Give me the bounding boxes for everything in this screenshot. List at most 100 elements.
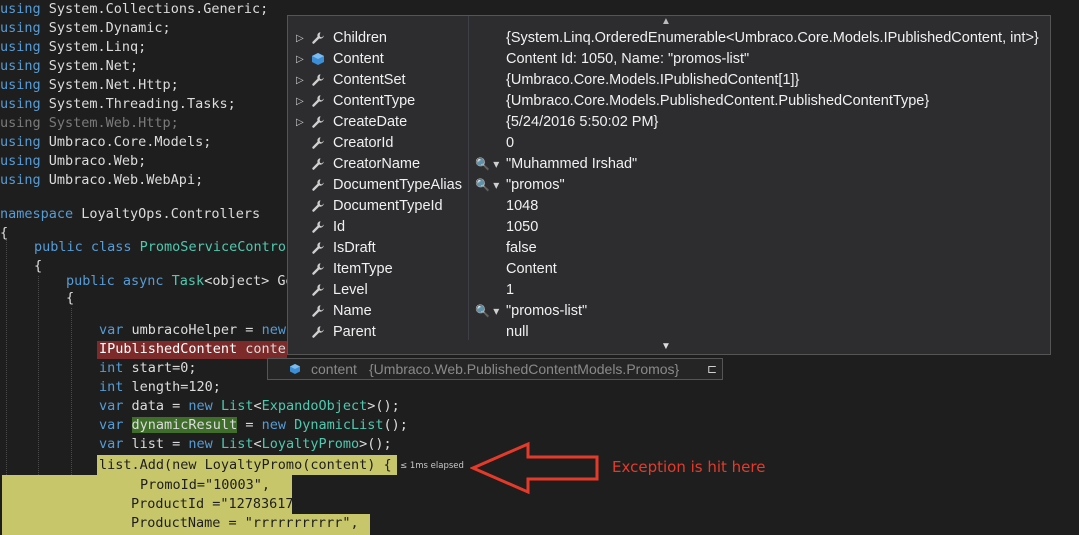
perf-tip-elapsed[interactable]: ≤ 1ms elapsed: [400, 461, 464, 471]
datatip-row[interactable]: ▷ Content Content Id: 1050, Name: "promos-…: [288, 49, 1048, 70]
datatip-row[interactable]: CreatorName 🔍 ▾ "Muhammed Irshad": [288, 154, 1048, 175]
code-line: using System.Dynamic;: [0, 19, 171, 38]
datatip-member-name: Name: [333, 303, 372, 319]
code-text: using Umbraco.Core.Models;: [0, 134, 212, 150]
datatip-member-value[interactable]: "promos-list": [506, 301, 587, 322]
datatip-member-value[interactable]: 0: [506, 133, 514, 154]
datatip-member-name: Level: [333, 282, 368, 298]
code-keyword: var: [99, 322, 124, 338]
datatip-member-value[interactable]: {System.Linq.OrderedEnumerable<Umbraco.C…: [506, 28, 1039, 49]
annotation-text: Exception is hit here: [612, 458, 766, 476]
code-keyword: new: [261, 417, 286, 433]
wrench-icon: [311, 115, 325, 129]
wrench-icon: [311, 262, 325, 276]
datatip-member-name: ContentType: [333, 93, 416, 109]
wrench-icon: [311, 94, 325, 108]
expand-arrow-icon[interactable]: ▷: [296, 91, 306, 112]
code-line: {: [34, 257, 42, 276]
datatip-member-value[interactable]: 1050: [506, 217, 538, 238]
datatip-row[interactable]: ItemType Content: [288, 259, 1048, 280]
code-text: using System.Net.Http;: [0, 77, 179, 93]
datatip-row[interactable]: DocumentTypeAlias 🔍 ▾ "promos": [288, 175, 1048, 196]
datatip-row[interactable]: Level 1: [288, 280, 1048, 301]
code-line-current: ProductId ="127836172",: [131, 495, 318, 514]
code-line: public async Task<object> Ge: [66, 272, 294, 291]
code-line-current: PromoId="10003",: [140, 476, 270, 495]
code-line: namespace LoyaltyOps.Controllers: [0, 205, 260, 224]
datatip-row[interactable]: DocumentTypeId 1048: [288, 196, 1048, 217]
datatip-member-name: CreatorName: [333, 156, 421, 172]
code-text: list.Add(new LoyaltyPromo(content) {: [99, 457, 392, 473]
datatip-row[interactable]: ▷ ContentType {Umbraco.Core.Models.Publish…: [288, 91, 1048, 112]
datatip-row[interactable]: ▷ Children {System.Linq.OrderedEnumerable<…: [288, 28, 1048, 49]
expand-arrow-icon[interactable]: ▷: [296, 112, 306, 133]
code-line-current: list.Add(new LoyaltyPromo(content) {: [99, 456, 392, 475]
datatip-member-value[interactable]: {Umbraco.Core.Models.PublishedContent.Pu…: [506, 91, 929, 112]
text-visualizer-icon[interactable]: 🔍 ▾: [475, 154, 499, 175]
code-line-exception: IPublishedContent conten: [99, 340, 294, 359]
code-line: using System.Net;: [0, 57, 138, 76]
datatip-member-name: Content: [333, 51, 384, 67]
text-visualizer-icon[interactable]: 🔍 ▾: [475, 175, 499, 196]
datatip-member-value[interactable]: Content Id: 1050, Name: "promos-list": [506, 49, 749, 70]
datatip-member-value[interactable]: {Umbraco.Core.Models.IPublishedContent[1…: [506, 70, 799, 91]
datatip-root-type: {Umbraco.Web.PublishedContentModels.Prom…: [369, 361, 680, 377]
code-type: ExpandoObject: [261, 398, 368, 414]
wrench-icon: [311, 283, 325, 297]
code-type: Task: [171, 273, 205, 289]
code-keyword: var: [99, 398, 124, 414]
datatip-root-row[interactable]: content {Umbraco.Web.PublishedContentMod…: [267, 358, 723, 380]
datatip-member-name: Id: [333, 219, 346, 235]
code-text: System.Collections.Generic;: [48, 1, 269, 17]
wrench-icon: [311, 31, 325, 45]
wrench-icon: [311, 325, 325, 339]
wrench-icon: [311, 304, 325, 318]
code-line: {: [0, 224, 8, 243]
wrench-icon: [311, 241, 325, 255]
datatip-row[interactable]: Parent null: [288, 322, 1048, 343]
datatip-member-value[interactable]: {5/24/2016 5:50:02 PM}: [506, 112, 658, 133]
code-text: {: [34, 258, 43, 274]
datatip-row[interactable]: ▷ CreateDate {5/24/2016 5:50:02 PM}: [288, 112, 1048, 133]
code-type: List: [212, 398, 254, 414]
datatip-row[interactable]: ▷ ContentSet {Umbraco.Core.Models.IPublish…: [288, 70, 1048, 91]
datatip-member-value[interactable]: 1: [506, 280, 514, 301]
code-type: List: [212, 436, 254, 452]
datatip-member-name: DocumentTypeId: [333, 198, 443, 214]
datatip-member-value[interactable]: false: [506, 238, 537, 259]
datatip-row[interactable]: Id 1050: [288, 217, 1048, 238]
wrench-icon: [311, 199, 325, 213]
datatip-row[interactable]: CreatorId 0: [288, 133, 1048, 154]
code-highlighted-variable[interactable]: dynamicResult: [131, 417, 238, 433]
datatip-member-value[interactable]: Content: [506, 259, 557, 280]
code-text: PromoId="10003",: [140, 477, 271, 493]
datatip-row[interactable]: IsDraft false: [288, 238, 1048, 259]
code-line: var list = new List<LoyaltyPromo>();: [99, 435, 392, 454]
scroll-down-icon[interactable]: ▼: [661, 341, 671, 352]
debugger-datatip[interactable]: ▲ ▷ Children {System.Linq.OrderedEnumerabl…: [287, 15, 1051, 355]
code-text: =: [237, 417, 262, 433]
datatip-member-value[interactable]: null: [506, 322, 529, 343]
datatip-member-value[interactable]: 1048: [506, 196, 538, 217]
code-text: {: [0, 225, 9, 241]
datatip-member-name: ItemType: [333, 261, 393, 277]
datatip-member-value[interactable]: "Muhammed Irshad": [506, 154, 637, 175]
datatip-member-value[interactable]: "promos": [506, 175, 565, 196]
code-line: int start=0;: [99, 359, 197, 378]
expand-arrow-icon[interactable]: ▷: [296, 28, 306, 49]
datatip-member-name: IsDraft: [333, 240, 376, 256]
code-text: ProductName = "rrrrrrrrrrr",: [131, 515, 359, 531]
code-text: >();: [367, 398, 400, 414]
datatip-member-name: CreatorId: [333, 135, 394, 151]
expand-arrow-icon[interactable]: ▷: [296, 49, 306, 70]
text-visualizer-icon[interactable]: 🔍 ▾: [475, 301, 499, 322]
datatip-row[interactable]: Name 🔍 ▾ "promos-list": [288, 301, 1048, 322]
pin-icon[interactable]: ⊏: [707, 359, 717, 379]
expand-arrow-icon[interactable]: ▷: [296, 70, 306, 91]
code-line: using System.Collections.Generic;: [0, 1, 269, 17]
code-keyword: public async: [66, 273, 172, 289]
code-line: using Umbraco.Web.WebApi;: [0, 171, 203, 190]
scroll-up-icon[interactable]: ▲: [661, 16, 671, 27]
datatip-root-name: content: [311, 361, 357, 377]
code-text: namespace LoyaltyOps.Controllers: [0, 206, 261, 222]
